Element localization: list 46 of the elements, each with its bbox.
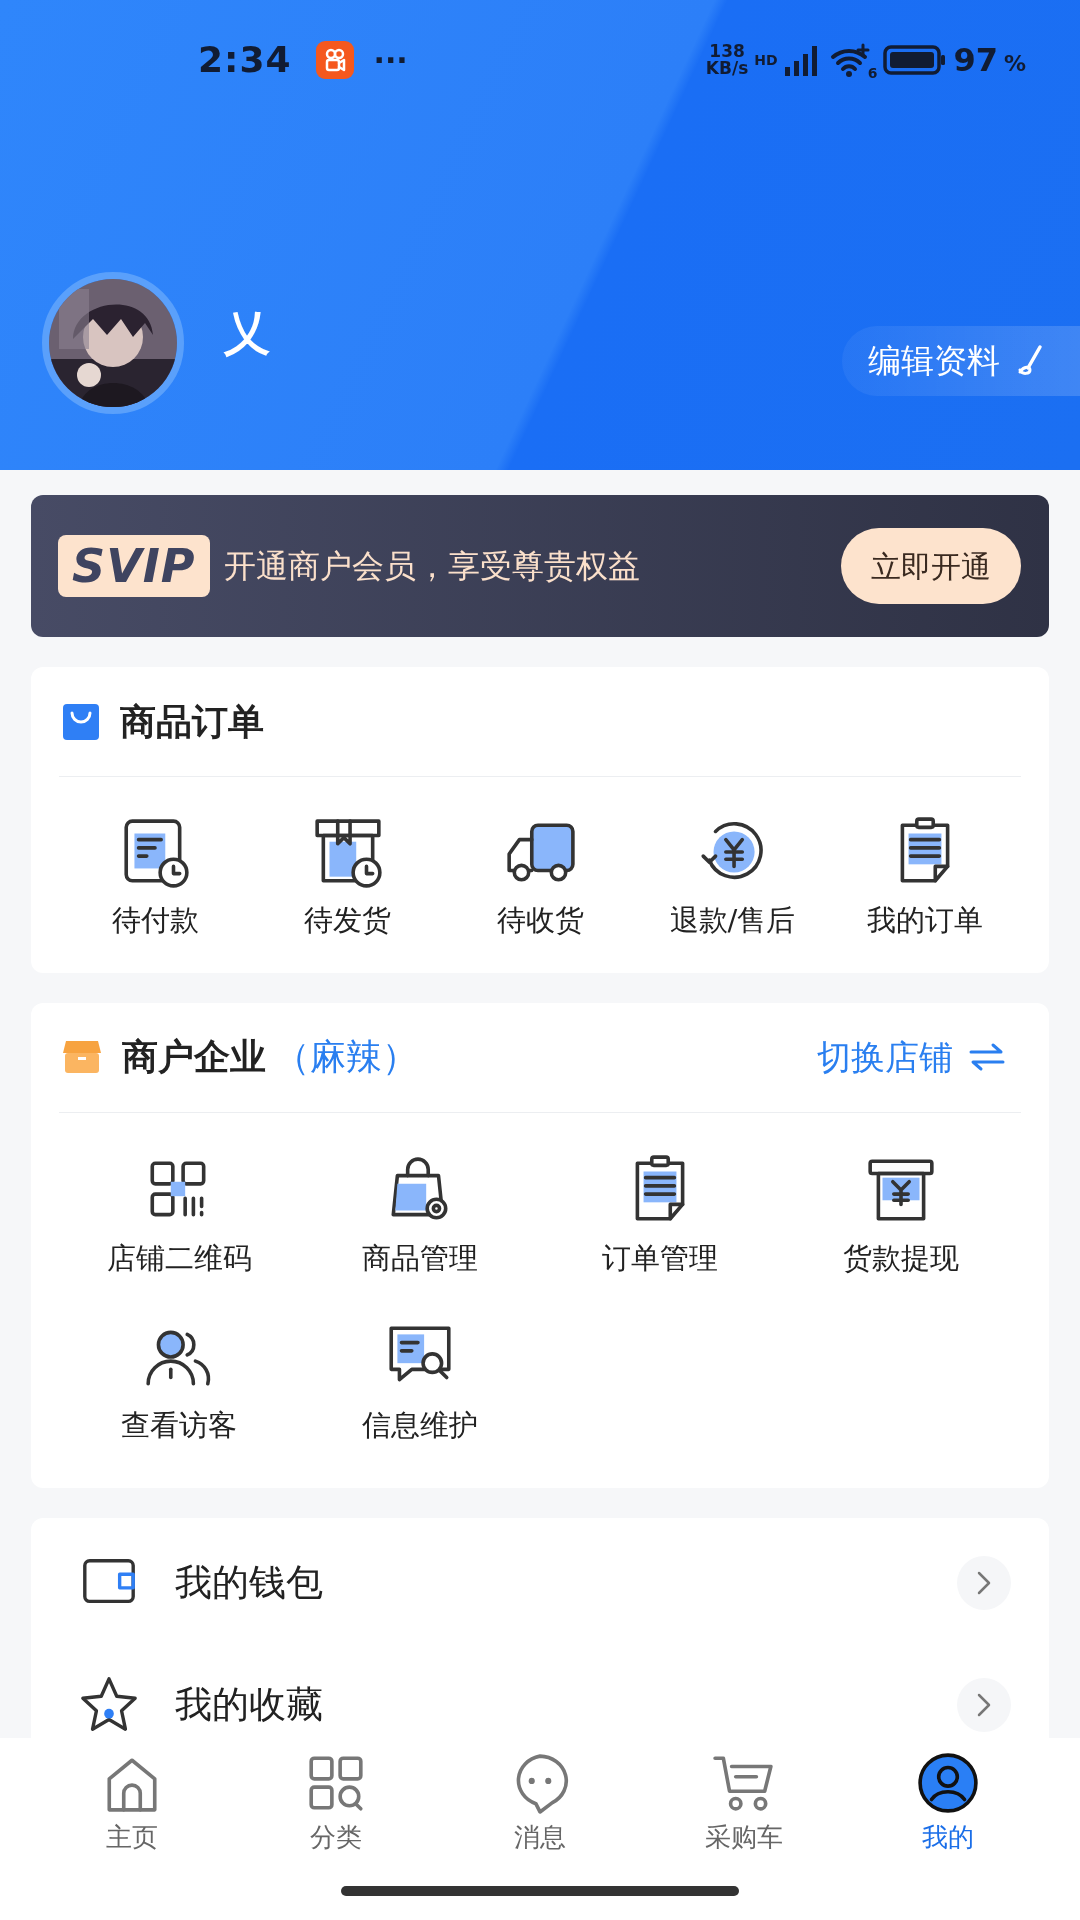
user-name: 乂 <box>224 304 270 362</box>
avatar[interactable] <box>42 272 184 414</box>
activate-button[interactable]: 立即开通 <box>841 528 1021 604</box>
order-status-link[interactable]: 我的订单 <box>828 815 1022 943</box>
menu-label: 我的钱包 <box>175 1559 323 1606</box>
swap-arrows-icon <box>969 1042 1005 1072</box>
merchant-tool-link[interactable]: 店铺二维码 <box>59 1152 300 1280</box>
shop-name: （麻辣） <box>274 1035 418 1079</box>
tab-item[interactable]: 我的 <box>846 1738 1050 1920</box>
more-notifications: ··· <box>373 41 408 80</box>
chevron-right-icon <box>975 1569 993 1596</box>
percent-sign: % <box>1003 50 1026 78</box>
wifi-icon <box>829 43 870 77</box>
vip-promo-text: 开通商户会员，享受尊贵权益 <box>223 546 640 587</box>
merchant-title: 商户企业 <box>122 1035 266 1079</box>
menu-item[interactable]: 我的钱包 <box>59 1521 1021 1644</box>
tab-item[interactable]: 分类 <box>234 1738 438 1920</box>
tab-item[interactable]: 消息 <box>438 1738 642 1920</box>
merchant-tool-link[interactable]: 订单管理 <box>540 1152 781 1280</box>
tab-item[interactable]: 采购车 <box>642 1738 846 1920</box>
switch-shop-link[interactable]: 切换店铺 <box>817 1031 1005 1083</box>
menu-item[interactable]: 我的收藏 <box>59 1643 1021 1738</box>
user-icon <box>917 1752 979 1814</box>
status-time: 2:34 <box>198 38 292 82</box>
order-status-link[interactable]: 待收货 <box>443 815 637 943</box>
shopping-bag-icon <box>62 702 100 741</box>
svip-badge: SVIP <box>58 535 210 597</box>
merchant-tool-link[interactable]: 商品管理 <box>299 1152 540 1280</box>
order-status-link[interactable]: 退款/售后 <box>636 815 829 943</box>
chevron-right-icon <box>975 1691 993 1718</box>
shop-icon <box>62 1039 102 1075</box>
order-status-link[interactable]: 待发货 <box>251 815 444 943</box>
edit-profile-button[interactable]: 编辑资料 <box>842 326 1080 396</box>
orders-title: 商品订单 <box>120 699 264 744</box>
network-speed-value: 138 <box>708 43 746 60</box>
order-status-link[interactable]: 待付款 <box>59 815 252 943</box>
merchant-tool-link[interactable]: 信息维护 <box>299 1320 540 1448</box>
tab-item[interactable]: 主页 <box>30 1738 234 1920</box>
menu-label: 我的收藏 <box>175 1681 323 1728</box>
network-speed-unit: KB/s <box>705 60 749 77</box>
battery-percent: 97 <box>953 40 998 81</box>
battery-icon <box>883 44 948 76</box>
merchant-tool-link[interactable]: 查看访客 <box>59 1320 300 1448</box>
wifi-label: 6 <box>867 64 878 83</box>
merchant-tool-link[interactable]: 货款提现 <box>780 1152 1021 1280</box>
hd-label: HD <box>754 50 778 70</box>
